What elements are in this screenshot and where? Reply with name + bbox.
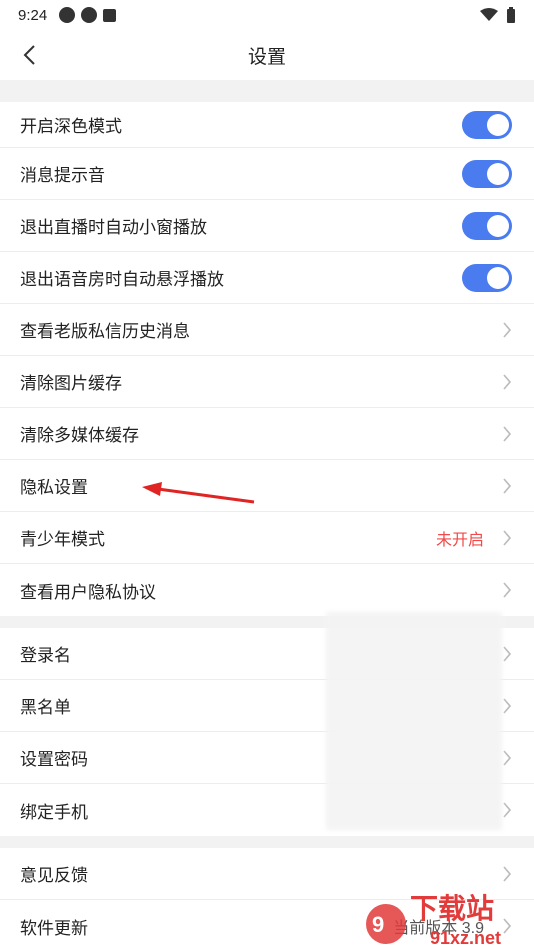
chevron-right-icon [500,864,514,884]
settings-row-label: 开启深色模式 [20,117,122,136]
toggle-switch[interactable] [462,110,512,139]
chevron-right-icon [500,580,514,600]
toggle-knob [487,266,509,289]
watermark-text: 下载站 [410,892,494,925]
watermark-domain: 91xz.net [430,928,501,948]
settings-row-label: 软件更新 [20,918,88,938]
settings-row-label: 隐私设置 [20,478,88,497]
page-title: 设置 [247,46,286,68]
chevron-left-icon [23,45,35,65]
toggle-switch[interactable] [462,159,512,188]
app-notification-icon [59,7,76,23]
settings-group-general: 开启深色模式 消息提示音退出直播时自动小窗播放 退出语音房时自动悬浮播放 查看老版私信… [0,102,534,616]
settings-row-label: 青少年模式 [20,530,105,549]
chevron-right-icon [500,644,514,664]
chevron-right-icon [500,528,514,548]
toggle-knob [487,113,509,136]
settings-row[interactable]: 退出直播时自动小窗播放 [0,200,534,252]
settings-row[interactable]: 查看老版私信历史消息 [0,304,534,356]
redaction-blur [326,612,502,830]
annotation-arrow-icon [142,482,255,504]
chevron-right-icon [500,476,514,496]
section-gap [0,836,534,848]
toggle-switch[interactable] [462,263,512,292]
status-bar: 9:24 [0,0,534,30]
settings-row[interactable]: 清除多媒体缓存 [0,408,534,460]
settings-row[interactable]: 清除图片缓存 [0,356,534,408]
a-notification-icon [103,8,117,22]
wifi-icon [480,8,498,21]
settings-row-label: 退出语音房时自动悬浮播放 [20,270,224,289]
chevron-right-icon [500,320,514,340]
settings-row[interactable]: 退出语音房时自动悬浮播放 [0,252,534,304]
settings-row-label: 意见反馈 [20,866,88,885]
back-button[interactable] [14,40,44,70]
settings-row-label: 清除多媒体缓存 [20,426,139,445]
settings-row[interactable]: 消息提示音 [0,148,534,200]
toggle-switch[interactable] [462,211,512,240]
settings-row-label: 清除图片缓存 [20,374,122,393]
watermark-logo: 9 下载站 91xz.net [364,886,534,950]
settings-row-label: 退出直播时自动小窗播放 [20,218,207,237]
settings-row[interactable]: 查看用户隐私协议 [0,564,534,616]
chevron-right-icon [500,696,514,716]
settings-row[interactable]: 开启深色模式 [0,102,534,148]
settings-row-label: 查看用户隐私协议 [20,582,156,602]
chevron-right-icon [500,748,514,768]
chevron-right-icon [500,424,514,444]
chevron-right-icon [500,800,514,820]
nav-bar: 设置 [0,30,534,80]
svg-text:9: 9 [372,912,384,937]
settings-row-label: 查看老版私信历史消息 [20,322,190,341]
settings-row-value: 未开启 [435,531,484,549]
app-notification-icon-2 [81,7,98,23]
status-time: 9:24 [18,6,48,24]
settings-row-label: 消息提示音 [20,166,105,185]
section-gap [0,80,534,102]
battery-icon [507,7,515,23]
toggle-knob [487,162,509,185]
settings-row[interactable]: 青少年模式 未开启 [0,512,534,564]
toggle-knob [487,214,509,237]
settings-row[interactable]: 隐私设置 [0,460,534,512]
chevron-right-icon [500,372,514,392]
